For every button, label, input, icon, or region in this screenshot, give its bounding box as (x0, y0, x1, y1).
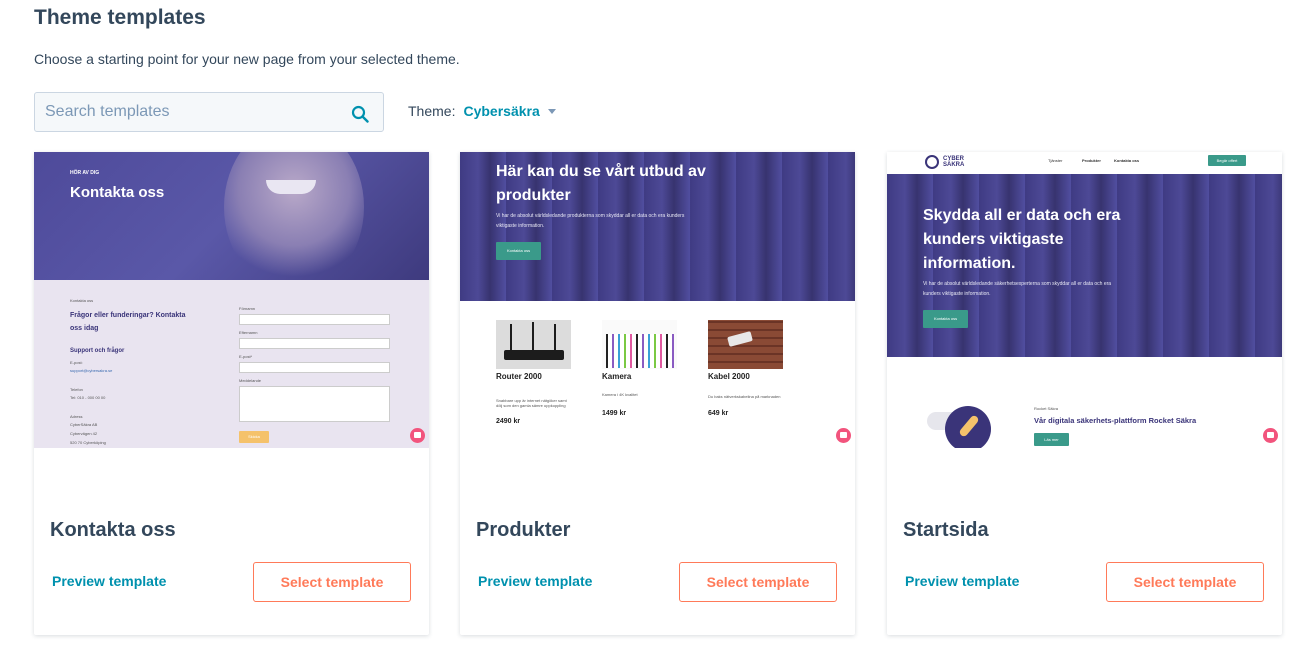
form-label: Meddelande (239, 378, 262, 383)
search-icon[interactable] (351, 105, 369, 123)
email-value: support@cybersakra.se (70, 368, 113, 373)
theme-row: Theme: Cybersäkra (408, 103, 556, 119)
search-input[interactable] (35, 93, 383, 131)
card-title: Produkter (476, 519, 571, 541)
logo-icon (925, 155, 939, 169)
router-image (496, 320, 571, 369)
hero-body: Vi har de absolut världsledande produkte… (496, 213, 685, 229)
select-template-button[interactable]: Select template (679, 562, 837, 602)
nav-item: Tjänster (1048, 158, 1063, 163)
template-thumbnail[interactable]: Här kan du se vårt utbud av produkter Vi… (460, 152, 855, 448)
smile (266, 180, 316, 194)
template-thumbnail[interactable]: CYBER SÄKRA Tjänster Produkter Kontakta … (887, 152, 1282, 448)
product-desc: Du baks nätverkskabelina på marknaden (708, 394, 781, 399)
address-line: 520 70 Cyberköping (70, 440, 106, 445)
product-price: 649 kr (708, 410, 729, 417)
page-title: Theme templates (34, 6, 206, 29)
hero-eyebrow: HÖR AV DIG (70, 170, 100, 176)
address-label: Adress (70, 414, 83, 419)
template-thumbnail[interactable]: HÖR AV DIG Kontakta oss Kontakta oss Frå… (34, 152, 429, 448)
theme-selected-value: Cybersäkra (463, 103, 540, 119)
form-field (239, 314, 390, 325)
address-line: Cybervägen 42 (70, 431, 98, 436)
chat-icon (836, 428, 851, 443)
cables-image (602, 320, 677, 369)
form-label: E-post* (239, 354, 253, 359)
form-field (239, 362, 390, 373)
search-box[interactable] (34, 92, 384, 132)
contact-heading: Frågor eller funderingar? Kontakta oss i… (70, 312, 186, 332)
card-title: Kontakta oss (50, 519, 176, 541)
feature-heading: Vår digitala säkerhets-plattform Rocket … (1034, 416, 1197, 425)
hero-heading: Här kan du se vårt utbud av produkter (496, 163, 706, 204)
nav-item: Produkter (1082, 158, 1101, 163)
product-name: Kabel 2000 (708, 372, 750, 381)
camera-image (708, 320, 783, 369)
caret-down-icon (547, 108, 556, 114)
support-heading: Support och frågor (70, 348, 125, 354)
template-card-startsida[interactable]: CYBER SÄKRA Tjänster Produkter Kontakta … (887, 152, 1282, 635)
theme-dropdown[interactable]: Cybersäkra (463, 103, 556, 119)
product-name: Router 2000 (496, 372, 542, 381)
form-submit: Skicka (239, 431, 269, 443)
preview-template-link[interactable]: Preview template (905, 573, 1019, 589)
hero-cta: Kontakta oss (496, 242, 541, 260)
chat-icon (1263, 428, 1278, 443)
hero-heading: Kontakta oss (70, 184, 165, 201)
preview-template-link[interactable]: Preview template (52, 573, 166, 589)
template-card-produkter[interactable]: Här kan du se vårt utbud av produkter Vi… (460, 152, 855, 635)
nav-cta: Begär offert (1208, 155, 1246, 166)
contact-small-label: Kontakta oss (70, 298, 94, 303)
email-label: E-post: (70, 360, 83, 365)
form-label: Förnamn (239, 306, 256, 311)
product-desc: Snabbare upp är internet nätgöker samt d… (496, 398, 567, 408)
form-label: Efternamn (239, 330, 258, 335)
phone-value: Tel: 010 - 000 00 00 (70, 395, 106, 400)
preview-template-link[interactable]: Preview template (478, 573, 592, 589)
product-desc: Kamera i 4K kvalitet (602, 392, 638, 397)
form-field (239, 338, 390, 349)
hero-body: Vi har de absolut världsledande säkerhet… (923, 281, 1112, 297)
chat-icon (410, 428, 425, 443)
card-title: Startsida (903, 519, 989, 541)
address-line: CyberSäkra AB (70, 422, 98, 427)
feature-label: Rocket Säkra (1034, 406, 1059, 411)
hero-heading: Skydda all er data och era kunders vikti… (923, 207, 1121, 272)
product-price: 2490 kr (496, 418, 521, 425)
select-template-button[interactable]: Select template (1106, 562, 1264, 602)
theme-label: Theme: (408, 103, 456, 119)
woman-photo (224, 152, 364, 292)
template-card-kontakta-oss[interactable]: HÖR AV DIG Kontakta oss Kontakta oss Frå… (34, 152, 429, 635)
site-logo: CYBER SÄKRA (943, 156, 965, 168)
form-textarea (239, 386, 390, 422)
product-name: Kamera (602, 372, 632, 381)
hero-cta: Kontakta oss (923, 310, 968, 328)
nav-item: Kontakta oss (1114, 158, 1140, 163)
phone-label: Telefon (70, 387, 83, 392)
page-subtitle: Choose a starting point for your new pag… (34, 51, 460, 67)
select-template-button[interactable]: Select template (253, 562, 411, 602)
feature-cta: Läs mer (1034, 433, 1069, 446)
product-price: 1499 kr (602, 410, 627, 417)
